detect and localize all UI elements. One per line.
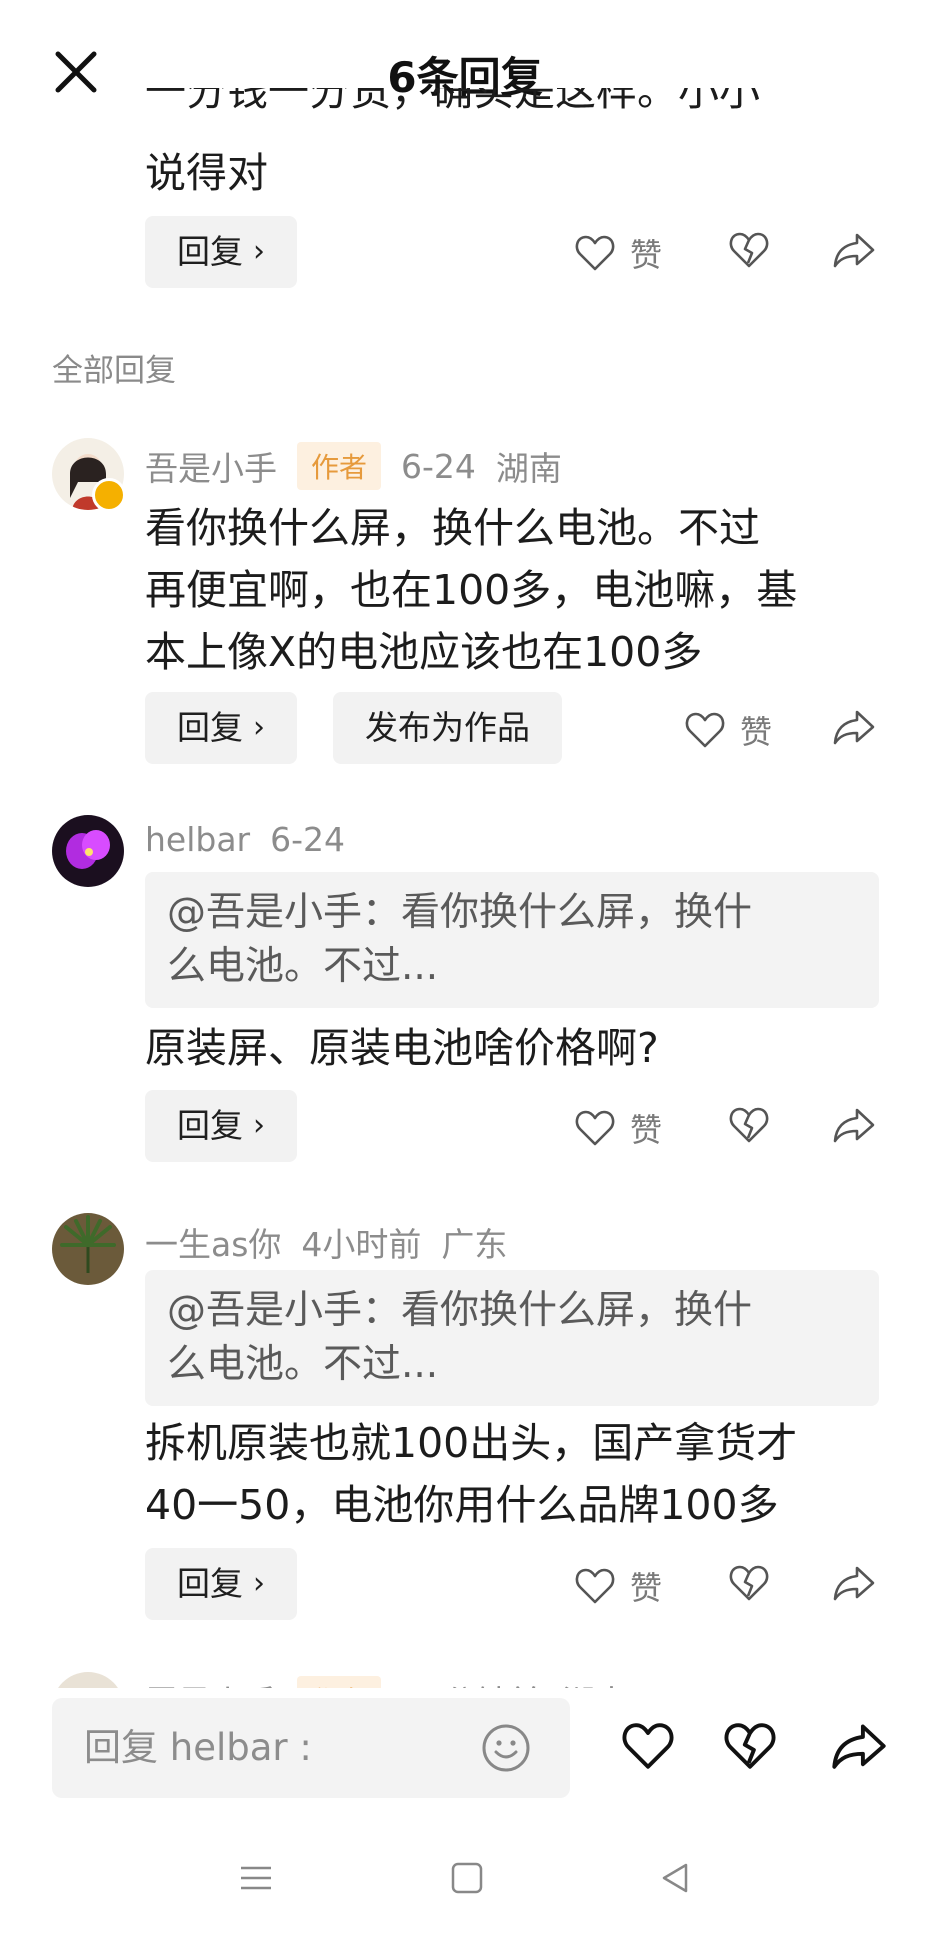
reply-meta: 一生as你 4小时前 广东 (145, 1218, 507, 1266)
reply-input-placeholder: 回复 helbar : (84, 1726, 312, 1769)
reply-button[interactable]: 回复 › (145, 1548, 297, 1620)
heart-icon (575, 1110, 615, 1146)
reply-location: 湖南 (495, 449, 562, 488)
chevron-right-icon: › (253, 234, 265, 269)
avatar-image (52, 815, 124, 887)
reply-text: 看你换什么屏，换什么电池。不过 再便宜啊，也在100多，电池嘛，基 本上像X的电… (145, 497, 885, 683)
like-button[interactable]: 赞 (574, 1563, 662, 1609)
reply-date: 6-24 (401, 446, 476, 486)
heart-icon (685, 712, 725, 748)
emoji-button[interactable] (480, 1722, 532, 1778)
share-button[interactable] (832, 1105, 876, 1145)
broken-heart-icon (729, 1107, 769, 1143)
dislike-button[interactable] (728, 1563, 770, 1603)
back-triangle-icon (662, 1863, 688, 1893)
reply-button[interactable]: 回复 › (145, 1090, 297, 1162)
avatar[interactable] (52, 815, 124, 887)
like-button[interactable]: 赞 (684, 707, 772, 753)
chevron-right-icon: › (253, 1108, 265, 1143)
like-button[interactable]: 赞 (574, 1105, 662, 1151)
share-button-large[interactable] (830, 1720, 888, 1772)
username[interactable]: 一生as你 (145, 1218, 281, 1266)
quote-line: 么电池。不过... (167, 1342, 439, 1387)
share-icon (833, 1566, 875, 1601)
heart-icon (575, 235, 615, 271)
reply-text-line: 再便宜啊，也在100多，电池嘛，基 (145, 566, 798, 614)
quote-line: 么电池。不过... (167, 944, 439, 989)
heart-icon (575, 1568, 615, 1604)
nav-back-button[interactable] (658, 1860, 694, 1900)
author-badge: 作者 (297, 1676, 382, 1688)
share-icon (833, 710, 875, 745)
parent-comment-partial-line: 一分钱一分货，确实是这样。小小 (145, 88, 760, 115)
reply-meta: 吾是小手 作者 6-24 湖南 (145, 442, 562, 490)
chevron-right-icon: › (253, 1566, 265, 1601)
broken-heart-icon (729, 232, 769, 268)
like-button-large[interactable] (620, 1720, 676, 1772)
parent-like-button[interactable]: 赞 (574, 230, 662, 276)
reply-date: 6-24 (270, 820, 346, 859)
quote-line: @吾是小手：看你换什么屏，换什 (167, 1288, 753, 1333)
reply-text: 拆机原装也就100出头，国产拿货才 40一50，电池你用什么品牌100多 (145, 1412, 885, 1536)
broken-heart-icon (729, 1565, 769, 1601)
reply-location: 湖南 (562, 1676, 628, 1688)
avatar[interactable] (52, 1213, 124, 1285)
chevron-right-icon: › (253, 710, 265, 745)
reply-label: 回复 (177, 708, 243, 747)
reply-meta: helbar 6-24 (145, 820, 345, 859)
reply-text: 原装屏、原装电池啥价格啊? (145, 1024, 659, 1072)
nav-menu-button[interactable] (238, 1860, 274, 1900)
publish-as-work-button[interactable]: 发布为作品 (333, 692, 562, 764)
square-icon (451, 1862, 483, 1894)
parent-share-button[interactable] (832, 230, 876, 270)
emoji-icon (482, 1724, 530, 1772)
menu-icon (241, 1866, 271, 1890)
dislike-button-large[interactable] (722, 1720, 778, 1772)
author-badge: 作者 (297, 442, 382, 490)
avatar (52, 1672, 124, 1688)
share-button[interactable] (832, 1563, 876, 1603)
heart-icon (622, 1723, 674, 1769)
parent-dislike-button[interactable] (728, 230, 770, 270)
reply-label: 回复 (177, 232, 243, 271)
username[interactable]: 吾是小手 (145, 442, 277, 490)
share-icon (832, 1724, 886, 1769)
reply-label: 回复 (177, 1106, 243, 1145)
quoted-comment[interactable]: @吾是小手：看你换什么屏，换什 么电池。不过... (145, 872, 879, 1008)
publish-label: 发布为作品 (365, 708, 530, 747)
reply-meta: 吾是小手 作者 31分钟前 湖南 (145, 1676, 628, 1688)
reply-button[interactable]: 回复 › (145, 692, 297, 764)
reply-text-line: 本上像X的电池应该也在100多 (145, 628, 703, 676)
next-comment-partial: 吾是小手 作者 31分钟前 湖南 (0, 1660, 930, 1688)
reply-label: 回复 (177, 1564, 243, 1603)
section-label-all-replies: 全部回复 (52, 353, 176, 389)
verified-badge-icon (92, 478, 126, 512)
quote-line: @吾是小手：看你换什么屏，换什 (167, 890, 753, 935)
dislike-button[interactable] (728, 1105, 770, 1145)
share-button[interactable] (832, 707, 876, 747)
parent-comment-text: 说得对 (145, 149, 268, 197)
reply-date: 31分钟前 (401, 1676, 542, 1688)
avatar-image (52, 1213, 124, 1285)
reply-date: 4小时前 (301, 1225, 422, 1264)
reply-location: 广东 (441, 1225, 508, 1264)
parent-reply-button[interactable]: 回复 › (145, 216, 297, 288)
share-icon (833, 1108, 875, 1143)
reply-text-line: 40一50，电池你用什么品牌100多 (145, 1481, 779, 1529)
reply-text-line: 看你换什么屏，换什么电池。不过 (145, 504, 760, 552)
username[interactable]: helbar (145, 820, 250, 859)
share-icon (833, 233, 875, 268)
reply-text-line: 拆机原装也就100出头，国产拿货才 (145, 1419, 798, 1467)
broken-heart-icon (724, 1723, 776, 1769)
quoted-comment[interactable]: @吾是小手：看你换什么屏，换什 么电池。不过... (145, 1270, 879, 1406)
username: 吾是小手 (145, 1676, 277, 1688)
nav-home-button[interactable] (449, 1860, 485, 1900)
